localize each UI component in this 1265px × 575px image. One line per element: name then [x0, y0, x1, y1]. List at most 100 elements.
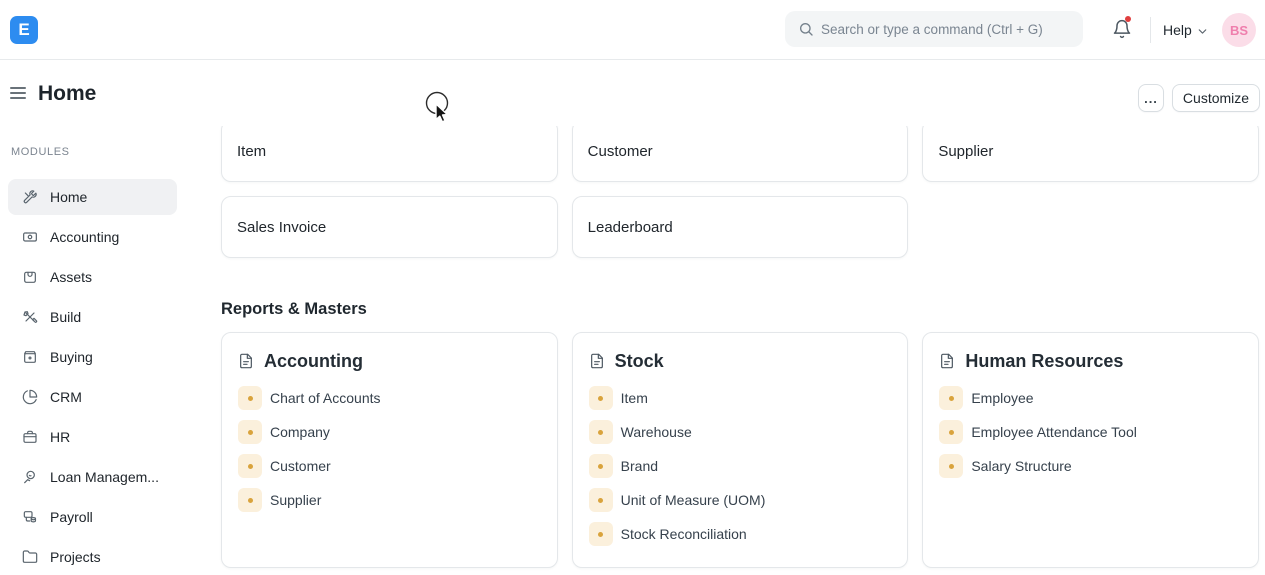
search-input[interactable] [821, 11, 1071, 47]
customize-button[interactable]: Customize [1172, 84, 1260, 112]
bullet-icon [238, 386, 262, 410]
sidebar-item-build[interactable]: Build [8, 299, 177, 335]
bullet-icon [238, 454, 262, 478]
notifications-button[interactable] [1112, 19, 1136, 43]
bullet-icon [589, 420, 613, 444]
card-title: Stock [615, 351, 664, 372]
sidebar-item-assets[interactable]: Assets [8, 259, 177, 295]
sidebar-item-buying[interactable]: Buying [8, 339, 177, 375]
sidebar-item-label: Payroll [50, 509, 93, 525]
sidebar-item-label: Assets [50, 269, 92, 285]
navbar-divider [1150, 17, 1151, 43]
report-cards-row: Accounting Chart of Accounts Company Cus… [221, 332, 1259, 568]
file-text-icon [939, 353, 955, 369]
bullet-icon [939, 420, 963, 444]
shopping-box-icon [22, 349, 38, 365]
sidebar-item-label: CRM [50, 389, 82, 405]
card-link-list: Employee Employee Attendance Tool Salary… [939, 386, 1242, 478]
sidebar-item-accounting[interactable]: Accounting [8, 219, 177, 255]
notification-dot [1125, 16, 1131, 22]
bullet-icon [589, 522, 613, 546]
bullet-icon [589, 454, 613, 478]
link-brand[interactable]: Brand [589, 454, 892, 478]
shortcut-customer[interactable]: Customer [572, 126, 909, 182]
global-search[interactable] [785, 11, 1083, 47]
bullet-icon [238, 420, 262, 444]
modules-sidebar: MODULES Home Accounting Assets Build Buy… [0, 126, 205, 573]
link-employee[interactable]: Employee [939, 386, 1242, 410]
shortcut-item[interactable]: Item [221, 126, 558, 182]
bell-icon [1112, 19, 1132, 39]
card-link-list: Chart of Accounts Company Customer Suppl… [238, 386, 541, 512]
workspace-content: Item Customer Supplier Sales Invoice Lea… [205, 126, 1265, 573]
card-link-list: Item Warehouse Brand Unit of Measure (UO… [589, 386, 892, 546]
link-salary-structure[interactable]: Salary Structure [939, 454, 1242, 478]
bullet-icon [939, 386, 963, 410]
briefcase-icon [22, 429, 38, 445]
reports-masters-heading: Reports & Masters [221, 300, 1259, 319]
card-header: Accounting [238, 350, 541, 372]
money-icon [22, 229, 38, 245]
card-header: Stock [589, 350, 892, 372]
file-text-icon [238, 353, 254, 369]
sidebar-item-label: Loan Managem... [50, 469, 159, 485]
search-icon [798, 21, 814, 37]
shortcut-leaderboard[interactable]: Leaderboard [572, 196, 909, 258]
bullet-icon [589, 386, 613, 410]
sidebar-item-loan-management[interactable]: Loan Managem... [8, 459, 177, 495]
shortcut-supplier[interactable]: Supplier [922, 126, 1259, 182]
link-uom[interactable]: Unit of Measure (UOM) [589, 488, 892, 512]
page-title: Home [38, 82, 96, 106]
sidebar-item-label: Projects [50, 549, 101, 565]
sidebar-item-label: Buying [50, 349, 93, 365]
hammer-wrench-icon [22, 309, 38, 325]
sidebar-item-label: HR [50, 429, 70, 445]
bullet-icon [939, 454, 963, 478]
link-stock-reconciliation[interactable]: Stock Reconciliation [589, 522, 892, 546]
card-header: Human Resources [939, 350, 1242, 372]
sidebar-item-label: Accounting [50, 229, 119, 245]
sidebar-item-crm[interactable]: CRM [8, 379, 177, 415]
bag-icon [22, 269, 38, 285]
sidebar-item-hr[interactable]: HR [8, 419, 177, 455]
help-label: Help [1163, 22, 1192, 38]
empty-cell [922, 196, 1259, 258]
user-avatar[interactable]: BS [1222, 13, 1256, 47]
payroll-icon [22, 509, 38, 525]
link-customer[interactable]: Customer [238, 454, 541, 478]
card-human-resources: Human Resources Employee Employee Attend… [922, 332, 1259, 568]
hand-coin-icon [22, 469, 38, 485]
pie-chart-icon [22, 389, 38, 405]
page-head: Home ... Customize [0, 60, 1265, 126]
link-employee-attendance-tool[interactable]: Employee Attendance Tool [939, 420, 1242, 444]
sidebar-item-label: Home [50, 189, 87, 205]
sidebar-item-projects[interactable]: Projects [8, 539, 177, 575]
card-accounting: Accounting Chart of Accounts Company Cus… [221, 332, 558, 568]
shortcut-row-1: Item Customer Supplier [221, 126, 1259, 182]
file-text-icon [589, 353, 605, 369]
link-warehouse[interactable]: Warehouse [589, 420, 892, 444]
link-supplier[interactable]: Supplier [238, 488, 541, 512]
chevron-down-icon [1196, 25, 1209, 38]
sidebar-item-payroll[interactable]: Payroll [8, 499, 177, 535]
tools-icon [22, 189, 38, 205]
sidebar-item-home[interactable]: Home [8, 179, 177, 215]
sidebar-item-label: Build [50, 309, 81, 325]
link-company[interactable]: Company [238, 420, 541, 444]
shortcut-row-2: Sales Invoice Leaderboard [221, 196, 1259, 258]
card-title: Accounting [264, 351, 363, 372]
shortcut-sales-invoice[interactable]: Sales Invoice [221, 196, 558, 258]
top-navbar: E Help BS [0, 0, 1265, 60]
sidebar-section-label: MODULES [11, 146, 205, 158]
bullet-icon [589, 488, 613, 512]
card-stock: Stock Item Warehouse Brand [572, 332, 909, 568]
sidebar-list: Home Accounting Assets Build Buying CRM … [0, 179, 205, 575]
more-options-button[interactable]: ... [1138, 84, 1164, 112]
bullet-icon [238, 488, 262, 512]
sidebar-toggle-icon[interactable] [10, 85, 28, 101]
help-menu[interactable]: Help [1163, 0, 1209, 60]
link-item[interactable]: Item [589, 386, 892, 410]
folder-icon [22, 549, 38, 565]
link-chart-of-accounts[interactable]: Chart of Accounts [238, 386, 541, 410]
erpnext-logo[interactable]: E [10, 16, 38, 44]
